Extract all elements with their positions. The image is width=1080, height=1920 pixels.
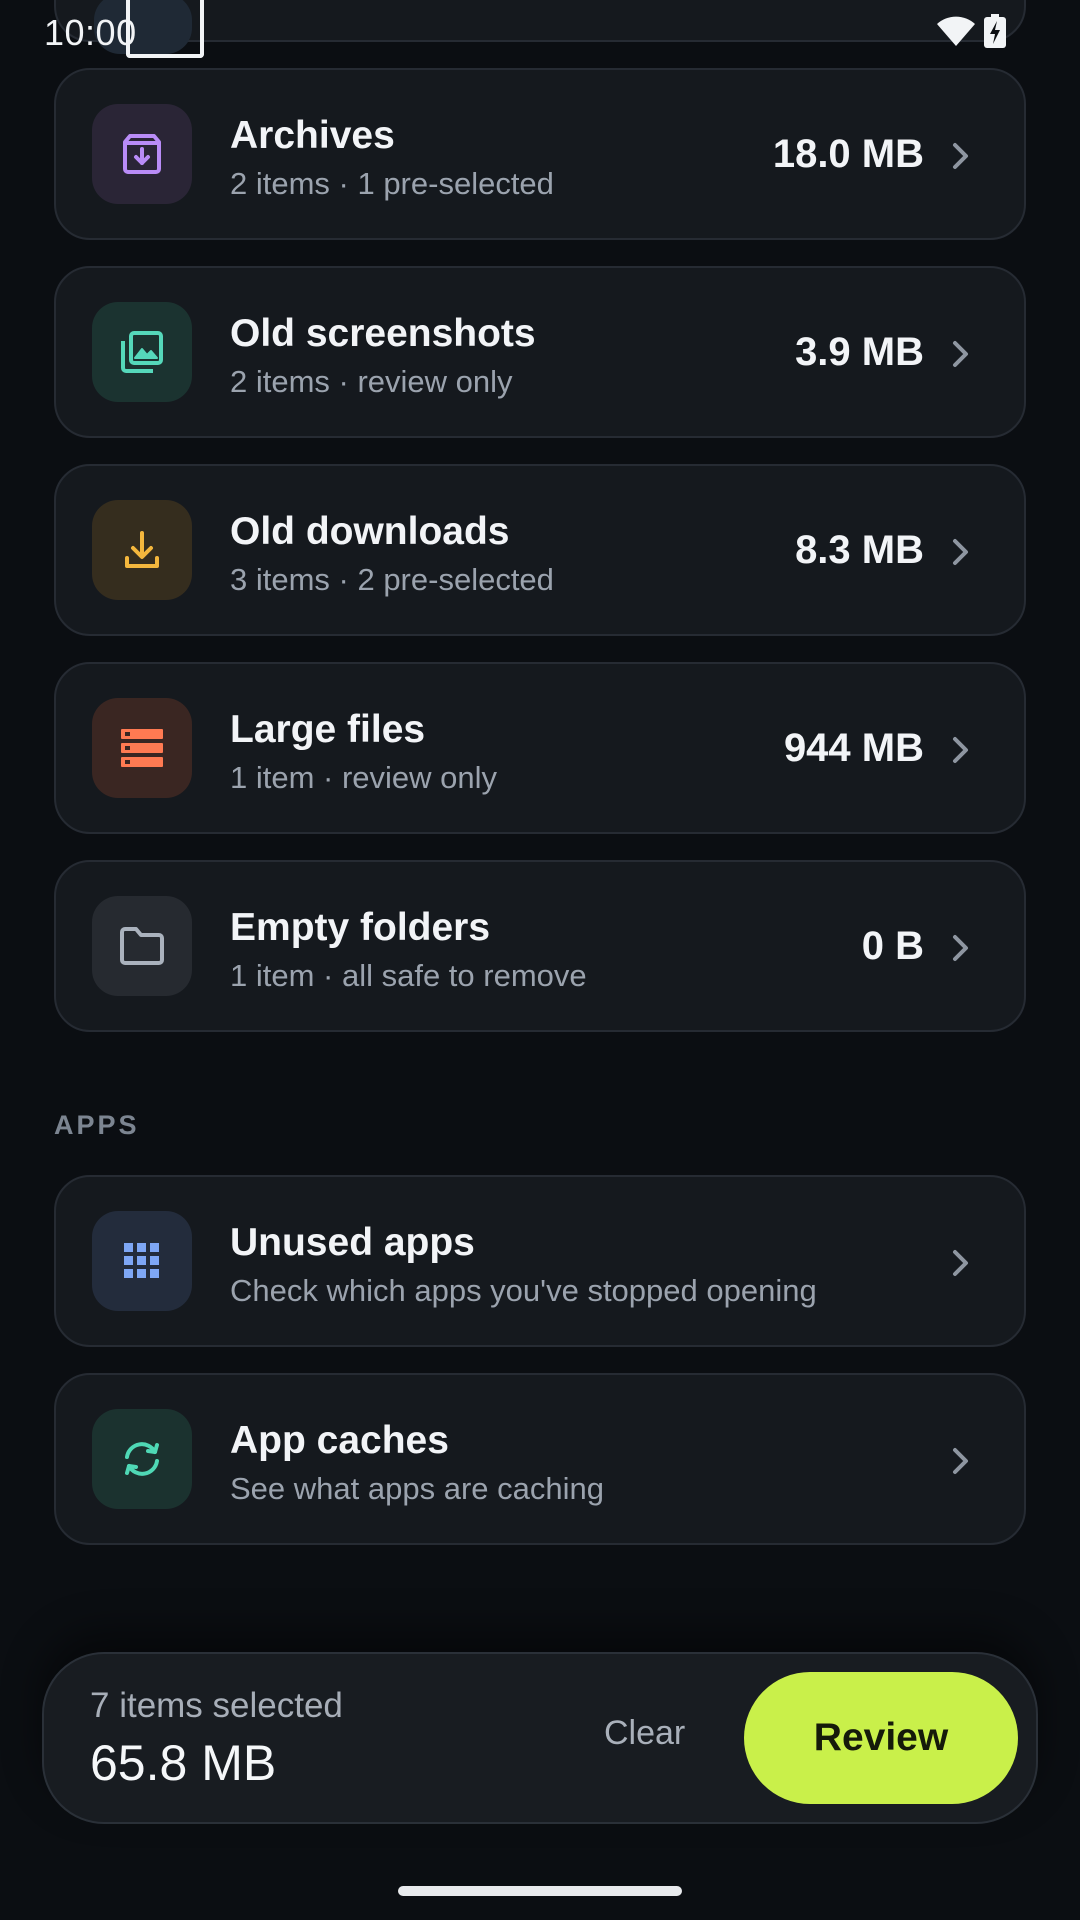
apps-grid-icon [92,1211,192,1311]
cleanup-item-large-files[interactable]: Large files 1 item · review only 944 MB [54,662,1026,834]
review-button[interactable]: Review [744,1672,1018,1804]
chevron-right-icon [953,1448,968,1474]
screen-overlay-frame [126,0,204,58]
status-time: 10:00 [44,12,137,53]
item-subtitle: 1 item · review only [230,760,498,795]
clear-button[interactable]: Clear [604,1714,685,1753]
chevron-right-icon [953,143,968,169]
section-label-apps: APPS [54,1110,140,1140]
status-bar: 10:00 [0,0,1080,64]
item-title: Unused apps [230,1221,475,1264]
home-indicator[interactable] [398,1886,682,1896]
item-title: App caches [230,1419,449,1462]
selected-count: 7 items selected [90,1686,343,1725]
folder-icon [92,896,192,996]
cleanup-item-empty-folders[interactable]: Empty folders 1 item · all safe to remov… [54,860,1026,1032]
selection-bar: 7 items selected 65.8 MB Clear Review [42,1652,1038,1824]
screen: 10:00 Archives 2 items · 1 pre-selected … [0,0,1080,1920]
item-subtitle: 2 items · 1 pre-selected [230,166,554,201]
item-subtitle: 3 items · 2 pre-selected [230,562,554,597]
chevron-right-icon [953,737,968,763]
item-title: Empty folders [230,906,491,949]
item-size: 3.9 MB [795,330,924,374]
cleanup-item-old-screenshots[interactable]: Old screenshots 2 items · review only 3.… [54,266,1026,438]
status-icons [936,14,1006,48]
refresh-icon [92,1409,192,1509]
item-size: 18.0 MB [772,132,924,176]
chevron-right-icon [953,1250,968,1276]
archive-icon [92,104,192,204]
chevron-right-icon [953,341,968,367]
download-icon [92,500,192,600]
cleanup-item-archives[interactable]: Archives 2 items · 1 pre-selected 18.0 M… [54,68,1026,240]
item-size: 8.3 MB [795,528,924,572]
item-subtitle: See what apps are caching [230,1471,604,1506]
item-subtitle: 1 item · all safe to remove [230,958,587,993]
chevron-right-icon [953,539,968,565]
item-title: Old downloads [230,510,510,553]
item-title: Archives [230,114,395,157]
item-title: Large files [230,708,426,751]
item-size: 944 MB [783,726,924,770]
item-subtitle: Check which apps you've stopped opening [230,1273,817,1308]
storage-icon [92,698,192,798]
apps-item-app-caches[interactable]: App caches See what apps are caching [54,1373,1026,1545]
chevron-right-icon [953,935,968,961]
wifi-icon [937,16,975,46]
selected-total-size: 65.8 MB [90,1735,277,1791]
item-subtitle: 2 items · review only [230,364,513,399]
item-title: Old screenshots [230,312,536,355]
cleanup-item-old-downloads[interactable]: Old downloads 3 items · 2 pre-selected 8… [54,464,1026,636]
image-icon [92,302,192,402]
apps-item-unused-apps[interactable]: Unused apps Check which apps you've stop… [54,1175,1026,1347]
item-size: 0 B [861,924,924,968]
battery-charging-icon [984,14,1006,48]
